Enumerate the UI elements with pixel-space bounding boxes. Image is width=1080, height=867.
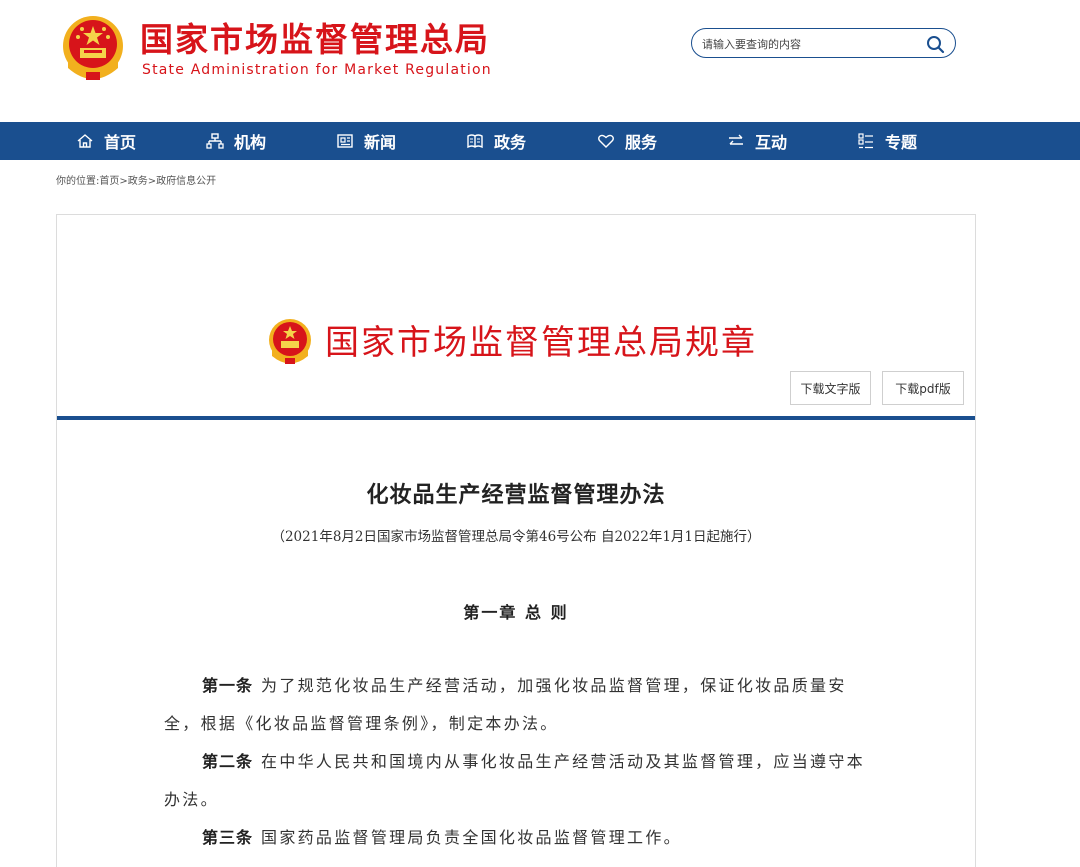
- news-icon: [337, 134, 353, 148]
- nav-label: 新闻: [364, 133, 397, 152]
- nav-item-government[interactable]: 政务: [466, 122, 526, 160]
- site-header: 国家市场监督管理总局 State Administration for Mark…: [0, 0, 1080, 122]
- download-pdf-button[interactable]: 下载pdf版: [882, 371, 964, 405]
- nav-label: 机构: [234, 133, 267, 152]
- nav-item-interaction[interactable]: 互动: [727, 122, 787, 160]
- chapter-heading: 第一章 总 则: [463, 603, 569, 622]
- national-emblem-icon[interactable]: [60, 14, 126, 84]
- search-icon[interactable]: [925, 34, 945, 54]
- list-icon: [858, 133, 873, 149]
- exchange-arrows-icon: [729, 134, 743, 145]
- article-paragraph: 第二条 在中华人民共和国境内从事化妆品生产经营活动及其监督管理，应当遵守本办法。: [164, 743, 874, 819]
- article-paragraph: 第一条 为了规范化妆品生产经营活动，加强化妆品监督管理，保证化妆品质量安全，根据《…: [164, 667, 874, 743]
- article-paragraph: 第三条 国家药品监督管理局负责全国化妆品监督管理工作。: [164, 819, 874, 857]
- breadcrumb[interactable]: 你的位置:首页>政务>政府信息公开: [56, 172, 216, 187]
- document-subtitle: （2021年8月2日国家市场监督管理总局令第46号公布 自2022年1月1日起施…: [271, 529, 761, 545]
- regulation-header: 国家市场监督管理总局规章 下载文字版 下载pdf版: [57, 215, 975, 417]
- site-title-english: State Administration for Market Regulati…: [142, 62, 492, 78]
- heart-icon: [598, 134, 614, 148]
- site-title[interactable]: 国家市场监督管理总局: [140, 20, 490, 60]
- document-title: 化妆品生产经营监督管理办法: [366, 482, 666, 508]
- document-card: 国家市场监督管理总局规章 下载文字版 下载pdf版 化妆品生产经营监督管理办法 …: [56, 214, 976, 867]
- download-text-button[interactable]: 下载文字版: [790, 371, 871, 405]
- nav-label: 专题: [885, 133, 918, 152]
- government-book-icon: [467, 134, 483, 149]
- search-input[interactable]: [702, 34, 912, 54]
- nav-item-org[interactable]: 机构: [206, 122, 266, 160]
- org-chart-icon: [206, 133, 224, 149]
- article-label: 第三条: [202, 828, 254, 847]
- national-emblem-small-icon: [269, 319, 311, 364]
- article-text: 国家药品监督管理局负责全国化妆品监督管理工作。: [261, 828, 682, 847]
- main-nav: 首页 机构 新闻 政务 服务 互动 专题: [0, 122, 1080, 160]
- article-label: 第一条: [202, 676, 254, 695]
- nav-item-service[interactable]: 服务: [597, 122, 657, 160]
- article-text: 为了规范化妆品生产经营活动，加强化妆品监督管理，保证化妆品质量安全，根据《化妆品…: [164, 676, 847, 733]
- nav-item-topics[interactable]: 专题: [857, 122, 917, 160]
- nav-label: 服务: [625, 133, 658, 152]
- search-box: [691, 28, 956, 58]
- nav-item-home[interactable]: 首页: [76, 122, 136, 160]
- nav-label: 政务: [494, 133, 527, 152]
- article-text: 在中华人民共和国境内从事化妆品生产经营活动及其监督管理，应当遵守本办法。: [164, 752, 865, 809]
- regulation-title: 国家市场监督管理总局规章: [325, 323, 757, 363]
- nav-label: 互动: [755, 133, 788, 152]
- nav-label: 首页: [104, 133, 137, 152]
- article-label: 第二条: [202, 752, 254, 771]
- header-divider: [57, 416, 975, 420]
- nav-item-news[interactable]: 新闻: [336, 122, 396, 160]
- home-icon: [77, 134, 93, 148]
